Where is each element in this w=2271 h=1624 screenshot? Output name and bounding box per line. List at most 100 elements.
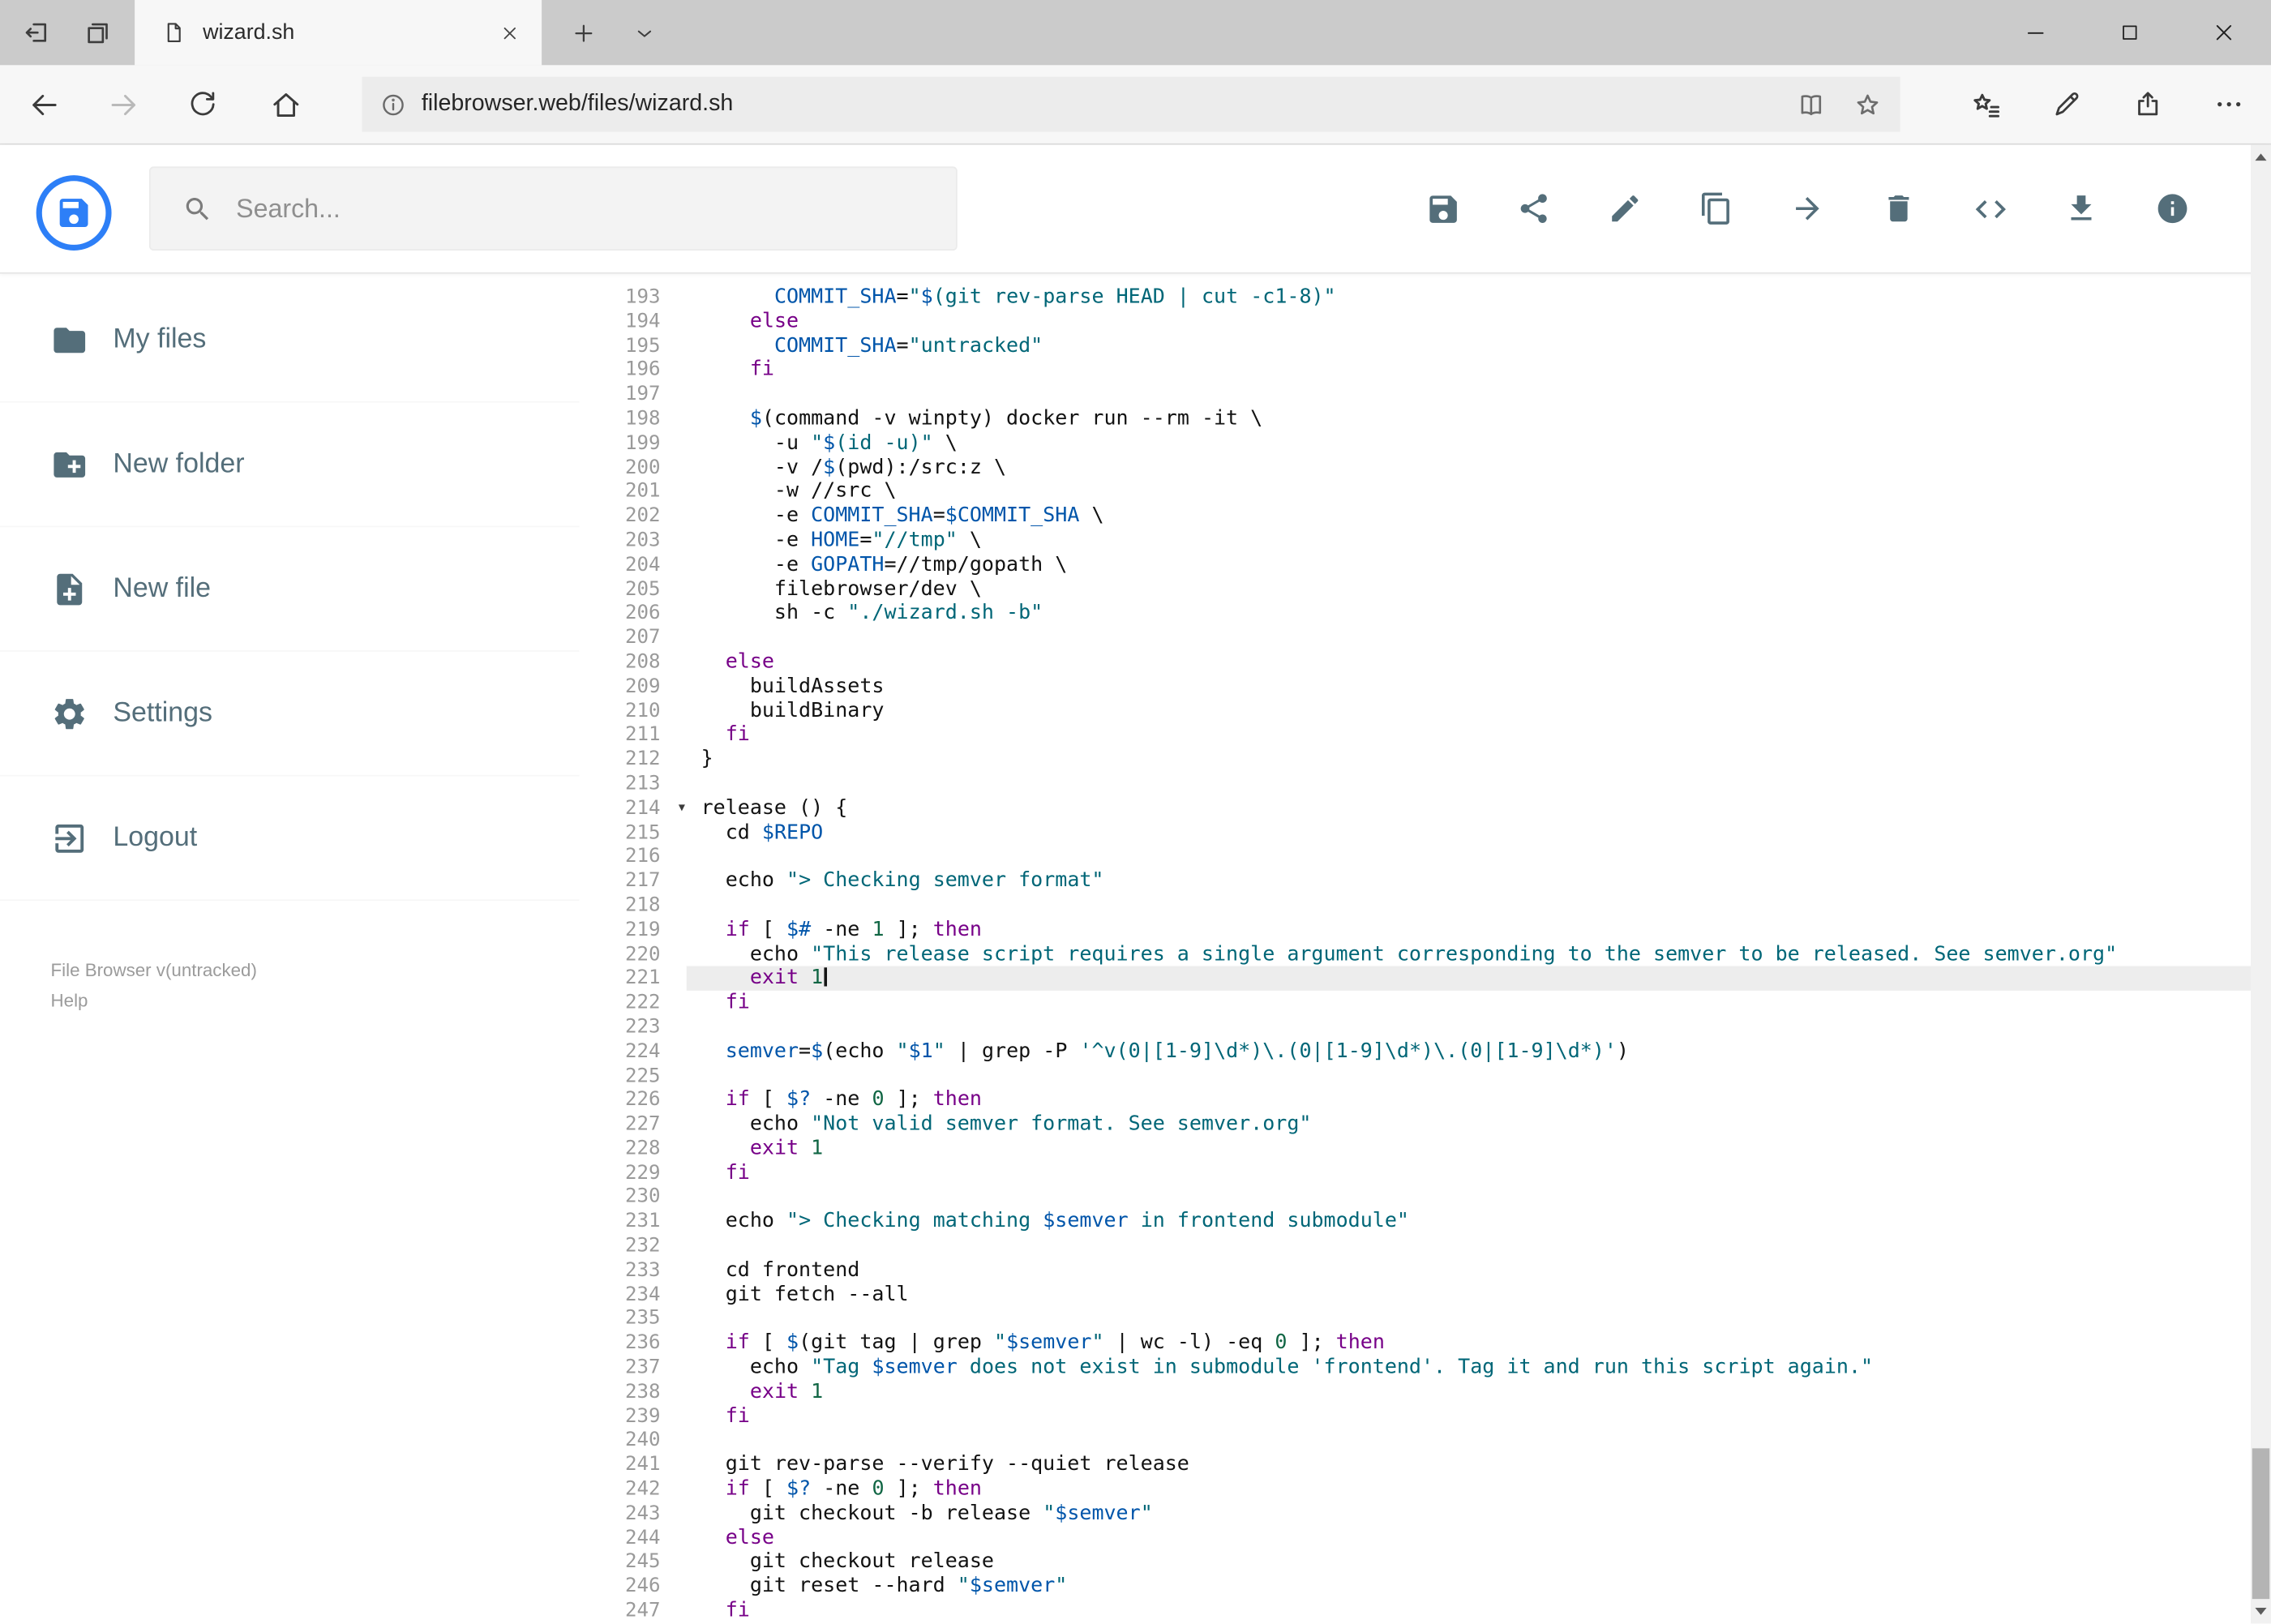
info-button[interactable] — [2153, 190, 2191, 227]
code-line-214[interactable]: 214 ▾ release () { — [580, 796, 2251, 821]
code-text[interactable]: cd frontend — [687, 1258, 2251, 1283]
scrollbar-down-button[interactable] — [2251, 1599, 2271, 1623]
code-line-228[interactable]: 228 exit 1 — [580, 1137, 2251, 1161]
code-line-203[interactable]: 203 -e HOME="//tmp" \ — [580, 529, 2251, 553]
code-text[interactable]: echo "Tag $semver does not exist in subm… — [687, 1356, 2251, 1380]
browser-tab[interactable]: wizard.sh — [135, 0, 542, 66]
download-button[interactable] — [2063, 190, 2100, 227]
code-text[interactable] — [687, 1185, 2251, 1210]
code-text[interactable]: git checkout release — [687, 1550, 2251, 1575]
rename-button[interactable] — [1606, 190, 1643, 227]
code-line-215[interactable]: 215 cd $REPO — [580, 821, 2251, 845]
code-line-230[interactable]: 230 — [580, 1185, 2251, 1210]
code-text[interactable] — [687, 1307, 2251, 1331]
share-button[interactable] — [2116, 72, 2180, 136]
code-text[interactable]: fi — [687, 1161, 2251, 1185]
tabs-preview-button[interactable] — [66, 0, 127, 65]
code-line-217[interactable]: 217 echo "> Checking semver format" — [580, 869, 2251, 893]
help-link[interactable]: Help — [51, 986, 257, 1016]
code-text[interactable]: COMMIT_SHA="$(git rev-parse HEAD | cut -… — [687, 285, 2251, 310]
code-line-202[interactable]: 202 -e COMMIT_SHA=$COMMIT_SHA \ — [580, 504, 2251, 529]
app-logo[interactable] — [36, 175, 112, 251]
code-text[interactable]: -e HOME="//tmp" \ — [687, 529, 2251, 553]
new-tab-button[interactable] — [553, 0, 614, 65]
code-text[interactable]: buildAssets — [687, 675, 2251, 699]
code-text[interactable] — [687, 1429, 2251, 1453]
more-menu-button[interactable] — [2197, 72, 2261, 136]
code-line-224[interactable]: 224 semver=$(echo "$1" | grep -P '^v(0|[… — [580, 1039, 2251, 1064]
code-text[interactable] — [687, 845, 2251, 869]
code-text[interactable]: release () { — [687, 796, 2251, 821]
sidebar-item-settings[interactable]: Settings — [0, 652, 580, 777]
code-line-233[interactable]: 233 cd frontend — [580, 1258, 2251, 1283]
code-line-229[interactable]: 229 fi — [580, 1161, 2251, 1185]
code-text[interactable]: fi — [687, 358, 2251, 383]
fold-arrow-icon[interactable]: ▾ — [679, 796, 685, 821]
code-text[interactable]: echo "This release script requires a sin… — [687, 942, 2251, 966]
code-line-212[interactable]: 212} — [580, 748, 2251, 772]
code-text[interactable]: echo "> Checking semver format" — [687, 869, 2251, 893]
code-line-226[interactable]: 226 if [ $? -ne 0 ]; then — [580, 1088, 2251, 1112]
refresh-button[interactable] — [171, 72, 235, 136]
code-line-213[interactable]: 213 — [580, 772, 2251, 796]
code-line-201[interactable]: 201 -w //src \ — [580, 480, 2251, 504]
code-text[interactable]: if [ $(git tag | grep "$semver" | wc -l)… — [687, 1331, 2251, 1356]
code-text[interactable]: git checkout -b release "$semver" — [687, 1502, 2251, 1526]
move-button[interactable] — [1789, 190, 1826, 227]
search-input[interactable] — [233, 191, 956, 225]
sidebar-item-new-file[interactable]: New file — [0, 527, 580, 652]
forward-button[interactable] — [92, 72, 156, 136]
code-text[interactable] — [687, 1015, 2251, 1039]
code-editor[interactable]: 193 COMMIT_SHA="$(git rev-parse HEAD | c… — [579, 272, 2251, 1624]
reading-view-button[interactable] — [1796, 89, 1827, 120]
code-line-216[interactable]: 216 — [580, 845, 2251, 869]
minimize-button[interactable] — [1989, 0, 2083, 65]
code-line-199[interactable]: 199 -u "$(id -u)" \ — [580, 431, 2251, 456]
code-line-245[interactable]: 245 git checkout release — [580, 1550, 2251, 1575]
code-text[interactable]: filebrowser/dev \ — [687, 577, 2251, 602]
code-line-193[interactable]: 193 COMMIT_SHA="$(git rev-parse HEAD | c… — [580, 285, 2251, 310]
code-line-195[interactable]: 195 COMMIT_SHA="untracked" — [580, 334, 2251, 358]
code-text[interactable]: fi — [687, 991, 2251, 1015]
code-line-197[interactable]: 197 — [580, 383, 2251, 407]
code-text[interactable]: if [ $# -ne 1 ]; then — [687, 918, 2251, 942]
code-text[interactable]: sh -c "./wizard.sh -b" — [687, 602, 2251, 626]
code-line-200[interactable]: 200 -v /$(pwd):/src:z \ — [580, 456, 2251, 480]
hub-favorites-button[interactable] — [1954, 72, 2018, 136]
code-text[interactable]: $(command -v winpty) docker run --rm -it… — [687, 407, 2251, 431]
code-text[interactable] — [687, 383, 2251, 407]
code-text[interactable]: git rev-parse --verify --quiet release — [687, 1453, 2251, 1477]
code-line-196[interactable]: 196 fi — [580, 358, 2251, 383]
code-text[interactable]: else — [687, 650, 2251, 675]
code-area[interactable]: 193 COMMIT_SHA="$(git rev-parse HEAD | c… — [580, 285, 2251, 1623]
tab-list-chevron-button[interactable] — [614, 0, 675, 65]
code-line-211[interactable]: 211 fi — [580, 723, 2251, 748]
page-scrollbar[interactable] — [2250, 144, 2271, 1624]
code-text[interactable] — [687, 893, 2251, 918]
code-line-221[interactable]: 221 exit 1 — [580, 966, 2251, 992]
code-text[interactable]: fi — [687, 723, 2251, 748]
code-text[interactable]: semver=$(echo "$1" | grep -P '^v(0|[1-9]… — [687, 1039, 2251, 1064]
code-line-206[interactable]: 206 sh -c "./wizard.sh -b" — [580, 602, 2251, 626]
code-line-234[interactable]: 234 git fetch --all — [580, 1283, 2251, 1307]
share-file-button[interactable] — [1515, 190, 1553, 227]
code-text[interactable]: exit 1 — [687, 1380, 2251, 1404]
sidebar-item-logout[interactable]: Logout — [0, 776, 580, 901]
code-line-222[interactable]: 222 fi — [580, 991, 2251, 1015]
sidebar-item-my-files[interactable]: My files — [0, 278, 580, 403]
code-text[interactable]: echo "> Checking matching $semver in fro… — [687, 1210, 2251, 1234]
code-text[interactable]: git fetch --all — [687, 1283, 2251, 1307]
code-text[interactable]: exit 1 — [687, 1137, 2251, 1161]
home-button[interactable] — [254, 72, 318, 136]
code-text[interactable]: git reset --hard "$semver" — [687, 1575, 2251, 1599]
scrollbar-up-button[interactable] — [2251, 145, 2271, 169]
code-line-240[interactable]: 240 — [580, 1429, 2251, 1453]
scrollbar-thumb[interactable] — [2252, 1448, 2270, 1600]
code-text[interactable]: COMMIT_SHA="untracked" — [687, 334, 2251, 358]
code-text[interactable]: } — [687, 748, 2251, 772]
code-text[interactable]: if [ $? -ne 0 ]; then — [687, 1477, 2251, 1502]
code-text[interactable] — [687, 772, 2251, 796]
code-text[interactable]: buildBinary — [687, 699, 2251, 723]
code-line-218[interactable]: 218 — [580, 893, 2251, 918]
code-line-244[interactable]: 244 else — [580, 1526, 2251, 1550]
